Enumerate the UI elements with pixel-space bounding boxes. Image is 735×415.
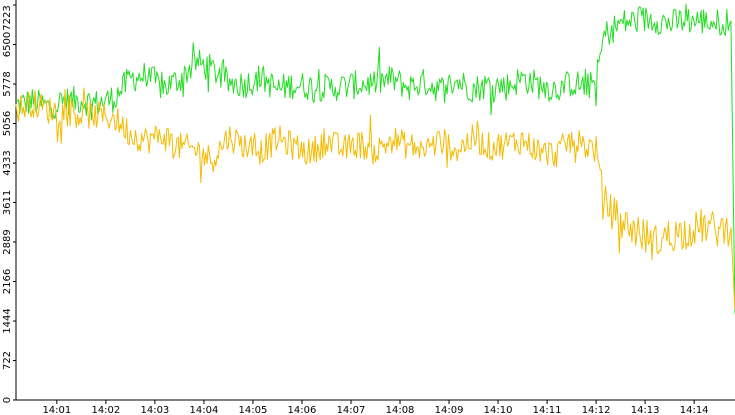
y-tick-label: 3611 <box>2 190 13 215</box>
y-tick-label: 5056 <box>2 111 13 136</box>
line-chart: 0 722 1444 2166 2889 3611 4333 5056 5778 6500 7223… <box>0 0 735 415</box>
y-tick-label: 4333 <box>2 150 13 175</box>
y-tick-label: 2166 <box>2 269 13 294</box>
y-tick-label: 722 <box>2 351 13 370</box>
plot-background <box>0 0 735 415</box>
x-tick-label: 14:12 <box>582 405 611 415</box>
x-tick-label: 14:02 <box>91 405 120 415</box>
x-tick-label: 14:01 <box>42 405 71 415</box>
x-tick-label: 14:09 <box>435 405 464 415</box>
y-tick-label: 5778 <box>2 71 13 96</box>
y-tick-label: 2889 <box>2 229 13 254</box>
x-tick-label: 14:13 <box>631 405 660 415</box>
x-tick-label: 14:10 <box>484 405 513 415</box>
x-tick-label: 14:08 <box>386 405 415 415</box>
x-tick-label: 14:07 <box>337 405 366 415</box>
x-tick-label: 14:06 <box>288 405 317 415</box>
x-tick-label: 14:05 <box>239 405 268 415</box>
y-tick-label: 6500 <box>2 32 13 57</box>
y-tick-label: 7223 <box>2 5 13 30</box>
x-tick-label: 14:03 <box>140 405 169 415</box>
x-tick-label: 14:14 <box>680 405 709 415</box>
x-tick-label: 14:04 <box>190 405 219 415</box>
y-tick-label: 0 <box>2 397 13 403</box>
y-tick-label: 1444 <box>2 308 13 333</box>
x-tick-label: 14:11 <box>533 405 562 415</box>
chart-canvas: 0 722 1444 2166 2889 3611 4333 5056 5778 6500 7223… <box>0 0 735 415</box>
